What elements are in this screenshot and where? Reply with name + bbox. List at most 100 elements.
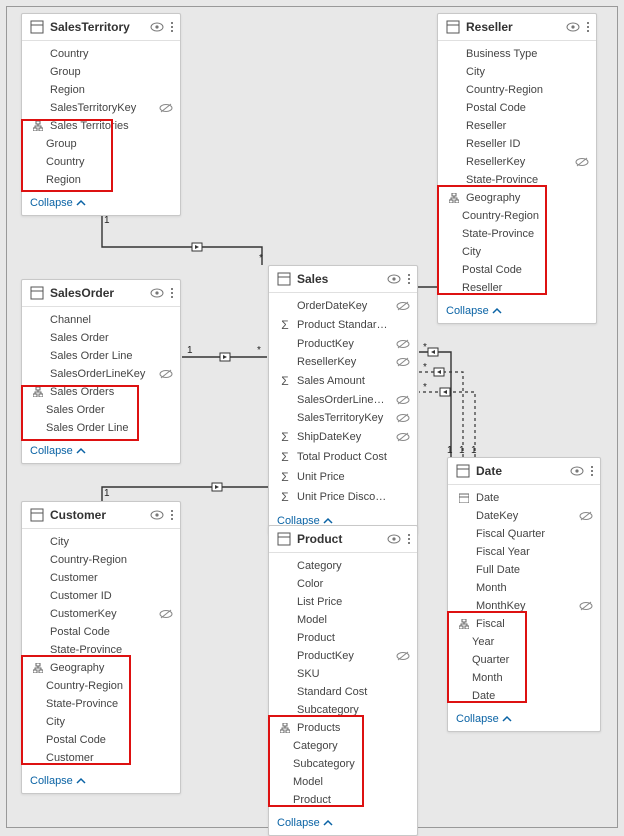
- field[interactable]: Country-Region: [22, 551, 180, 569]
- field-region[interactable]: Region: [22, 81, 180, 99]
- hierarchy-level[interactable]: Month: [448, 669, 600, 687]
- visibility-icon[interactable]: [150, 508, 164, 522]
- table-customer[interactable]: Customer City Country-Region Customer Cu…: [21, 501, 181, 794]
- field-country[interactable]: Country: [22, 45, 180, 63]
- field[interactable]: State-Province: [22, 641, 180, 659]
- field[interactable]: OrderDateKey: [269, 297, 417, 315]
- field[interactable]: State-Province: [438, 171, 596, 189]
- visibility-icon[interactable]: [387, 532, 401, 546]
- table-header[interactable]: SalesOrder: [22, 280, 180, 307]
- field[interactable]: Date: [448, 489, 600, 507]
- field[interactable]: Month: [448, 579, 600, 597]
- hierarchy-sales-territories[interactable]: Sales Territories: [22, 117, 180, 135]
- table-salesorder[interactable]: SalesOrder Channel Sales Order Sales Ord…: [21, 279, 181, 464]
- hierarchy-level[interactable]: City: [22, 713, 180, 731]
- field[interactable]: SKU: [269, 665, 417, 683]
- collapse-link[interactable]: Collapse: [269, 811, 417, 835]
- field[interactable]: Customer ID: [22, 587, 180, 605]
- hierarchy-level[interactable]: Customer: [22, 749, 180, 767]
- field[interactable]: Standard Cost: [269, 683, 417, 701]
- hierarchy-level[interactable]: Postal Code: [22, 731, 180, 749]
- hierarchy-geography[interactable]: Geography: [438, 189, 596, 207]
- hierarchy-level[interactable]: Category: [269, 737, 417, 755]
- model-canvas[interactable]: 1 * 1 * 1 * 1 * * * 1 1 1 SalesTerritory…: [6, 6, 618, 828]
- field[interactable]: ProductKey: [269, 335, 417, 353]
- field[interactable]: Fiscal Quarter: [448, 525, 600, 543]
- hierarchy-level[interactable]: Reseller: [438, 279, 596, 297]
- field[interactable]: MonthKey: [448, 597, 600, 615]
- field[interactable]: ΣUnit Price Discount Pct: [269, 487, 417, 507]
- hierarchy-level[interactable]: Sales Order Line: [22, 419, 180, 437]
- field[interactable]: Color: [269, 575, 417, 593]
- hierarchy-level[interactable]: Region: [22, 171, 180, 189]
- field[interactable]: ΣShipDateKey: [269, 427, 417, 447]
- hierarchy-level[interactable]: Quarter: [448, 651, 600, 669]
- more-icon[interactable]: [407, 532, 411, 546]
- field[interactable]: Subcategory: [269, 701, 417, 719]
- collapse-link[interactable]: Collapse: [22, 769, 180, 793]
- table-date[interactable]: Date Date DateKey Fiscal Quarter Fiscal …: [447, 457, 601, 732]
- hierarchy-level[interactable]: State-Province: [438, 225, 596, 243]
- hierarchy-sales-orders[interactable]: Sales Orders: [22, 383, 180, 401]
- field[interactable]: Postal Code: [438, 99, 596, 117]
- hierarchy-level[interactable]: Country-Region: [438, 207, 596, 225]
- field[interactable]: Full Date: [448, 561, 600, 579]
- field[interactable]: SalesOrderLineKey: [269, 391, 417, 409]
- hierarchy-level[interactable]: Year: [448, 633, 600, 651]
- field[interactable]: City: [438, 63, 596, 81]
- table-header[interactable]: Product: [269, 526, 417, 553]
- field[interactable]: City: [22, 533, 180, 551]
- table-sales[interactable]: Sales OrderDateKey ΣProduct Standard Cos…: [268, 265, 418, 534]
- table-header[interactable]: Date: [448, 458, 600, 485]
- collapse-link[interactable]: Collapse: [22, 439, 180, 463]
- collapse-link[interactable]: Collapse: [448, 707, 600, 731]
- hierarchy-geography[interactable]: Geography: [22, 659, 180, 677]
- hierarchy-level[interactable]: Country: [22, 153, 180, 171]
- visibility-icon[interactable]: [570, 464, 584, 478]
- more-icon[interactable]: [170, 286, 174, 300]
- field[interactable]: Reseller ID: [438, 135, 596, 153]
- field[interactable]: Business Type: [438, 45, 596, 63]
- field[interactable]: DateKey: [448, 507, 600, 525]
- field[interactable]: ΣUnit Price: [269, 467, 417, 487]
- field[interactable]: Product: [269, 629, 417, 647]
- field[interactable]: ResellerKey: [438, 153, 596, 171]
- field[interactable]: ProductKey: [269, 647, 417, 665]
- collapse-link[interactable]: Collapse: [22, 191, 180, 215]
- field[interactable]: Reseller: [438, 117, 596, 135]
- field-salesterritorykey[interactable]: SalesTerritoryKey: [22, 99, 180, 117]
- visibility-icon[interactable]: [566, 20, 580, 34]
- field[interactable]: ΣSales Amount: [269, 371, 417, 391]
- visibility-icon[interactable]: [150, 20, 164, 34]
- field[interactable]: Sales Order: [22, 329, 180, 347]
- field[interactable]: CustomerKey: [22, 605, 180, 623]
- table-reseller[interactable]: Reseller Business Type City Country-Regi…: [437, 13, 597, 324]
- hierarchy-level[interactable]: Date: [448, 687, 600, 705]
- more-icon[interactable]: [170, 508, 174, 522]
- field[interactable]: Channel: [22, 311, 180, 329]
- hierarchy-level[interactable]: Subcategory: [269, 755, 417, 773]
- table-salesterritory[interactable]: SalesTerritory Country Group Region Sale…: [21, 13, 181, 216]
- field[interactable]: Postal Code: [22, 623, 180, 641]
- field-group[interactable]: Group: [22, 63, 180, 81]
- field[interactable]: Customer: [22, 569, 180, 587]
- table-header[interactable]: SalesTerritory: [22, 14, 180, 41]
- field[interactable]: Model: [269, 611, 417, 629]
- field[interactable]: ΣProduct Standard Cost: [269, 315, 417, 335]
- field[interactable]: Country-Region: [438, 81, 596, 99]
- field[interactable]: SalesTerritoryKey: [269, 409, 417, 427]
- hierarchy-level[interactable]: City: [438, 243, 596, 261]
- field[interactable]: ΣTotal Product Cost: [269, 447, 417, 467]
- more-icon[interactable]: [586, 20, 590, 34]
- collapse-link[interactable]: Collapse: [438, 299, 596, 323]
- hierarchy-fiscal[interactable]: Fiscal: [448, 615, 600, 633]
- hierarchy-level[interactable]: Product: [269, 791, 417, 809]
- hierarchy-level[interactable]: Country-Region: [22, 677, 180, 695]
- field[interactable]: Fiscal Year: [448, 543, 600, 561]
- hierarchy-level[interactable]: Postal Code: [438, 261, 596, 279]
- more-icon[interactable]: [590, 464, 594, 478]
- hierarchy-level[interactable]: Group: [22, 135, 180, 153]
- table-header[interactable]: Sales: [269, 266, 417, 293]
- table-product[interactable]: Product Category Color List Price Model …: [268, 525, 418, 836]
- more-icon[interactable]: [170, 20, 174, 34]
